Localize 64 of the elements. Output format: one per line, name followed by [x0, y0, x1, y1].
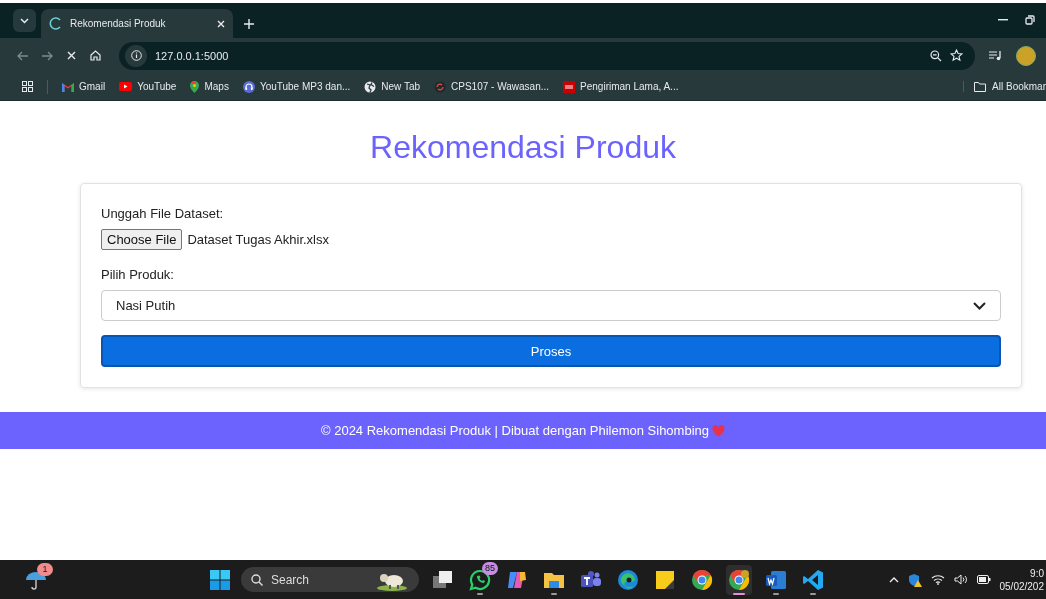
- ribbon-logo-icon[interactable]: [506, 569, 528, 590]
- window-stack-icon[interactable]: [432, 569, 454, 590]
- windows-logo-icon[interactable]: [210, 569, 230, 590]
- chevron-up-icon[interactable]: [888, 576, 899, 583]
- submit-button[interactable]: Proses: [101, 335, 1001, 367]
- apps-grid-icon[interactable]: [22, 81, 33, 92]
- new-tab-icon[interactable]: [244, 19, 254, 29]
- bookmark-link[interactable]: YouTube MP3 dan...: [259, 81, 351, 92]
- page-title: Rekomendasi Produk: [369, 129, 677, 166]
- swirl-icon: [434, 80, 447, 93]
- note-icon[interactable]: [655, 569, 675, 590]
- footer-text: © 2024 Rekomendasi Produk | Dibuat dengan Philemon Sihombing: [321, 423, 709, 438]
- news-logo-icon: [563, 80, 576, 93]
- zoom-out-icon[interactable]: [930, 49, 942, 62]
- play-icon: [119, 82, 133, 91]
- browser-logo-icon[interactable]: [691, 568, 713, 591]
- home-icon[interactable]: [90, 50, 101, 61]
- field-label: Pilih Produk:: [101, 267, 175, 282]
- wave-logo-icon[interactable]: [617, 568, 639, 591]
- file-name: Dataset Tugas Akhir.xlsx: [187, 232, 329, 247]
- globe-icon: [364, 80, 377, 93]
- notification-badge: 85: [482, 561, 498, 575]
- minimize-icon[interactable]: [998, 19, 1008, 21]
- heart-icon: [712, 424, 725, 437]
- bookmark-link[interactable]: Gmail: [79, 81, 106, 92]
- browser-tab[interactable]: Rekomendasi Produk: [41, 9, 233, 38]
- search-field[interactable]: Search: [241, 567, 419, 592]
- product-select[interactable]: Nasi Putih: [101, 290, 1001, 321]
- mail-icon: [62, 81, 74, 92]
- stop-icon[interactable]: [67, 51, 76, 60]
- code-logo-icon[interactable]: [802, 568, 824, 591]
- profile-avatar[interactable]: [1016, 45, 1036, 66]
- chevron-down-icon: [973, 301, 986, 310]
- chevron-down-icon: [20, 17, 29, 24]
- tab-list-button[interactable]: [13, 9, 36, 32]
- playlist-icon[interactable]: [989, 50, 1002, 61]
- folder-icon[interactable]: [974, 81, 987, 92]
- shield-warning-icon[interactable]: [907, 572, 922, 587]
- speaker-icon[interactable]: [953, 574, 968, 585]
- back-icon[interactable]: [17, 50, 28, 61]
- all-bookmarks-link[interactable]: All Bookmar: [992, 81, 1046, 92]
- notification-badge: 1: [37, 562, 53, 576]
- restore-icon[interactable]: [1025, 15, 1035, 25]
- wifi-icon[interactable]: [930, 574, 945, 585]
- choose-file-button[interactable]: Choose File: [101, 229, 183, 250]
- info-icon[interactable]: [130, 50, 142, 61]
- document-logo-icon[interactable]: [765, 569, 787, 590]
- address-bar[interactable]: 127.0.0.1:5000: [119, 41, 975, 70]
- bookmark-link[interactable]: Pengiriman Lama, A...: [580, 81, 679, 92]
- bookmark-link[interactable]: Maps: [204, 81, 229, 92]
- bookmark-link[interactable]: YouTube: [137, 81, 177, 92]
- search-icon: [251, 573, 263, 586]
- headphones-icon: [242, 80, 255, 93]
- star-icon[interactable]: [950, 49, 963, 62]
- close-icon[interactable]: [217, 19, 225, 28]
- field-label: Unggah File Dataset:: [101, 206, 225, 221]
- browser-logo-icon[interactable]: [728, 568, 750, 591]
- bookmark-link[interactable]: CPS107 - Wawasan...: [451, 81, 550, 92]
- people-logo-icon[interactable]: [580, 569, 602, 590]
- map-pin-icon: [190, 80, 200, 93]
- bookmark-link[interactable]: New Tab: [381, 81, 421, 92]
- clock[interactable]: 9:0 05/02/202: [999, 566, 1044, 593]
- forward-icon[interactable]: [42, 50, 53, 61]
- battery-icon[interactable]: [976, 575, 991, 584]
